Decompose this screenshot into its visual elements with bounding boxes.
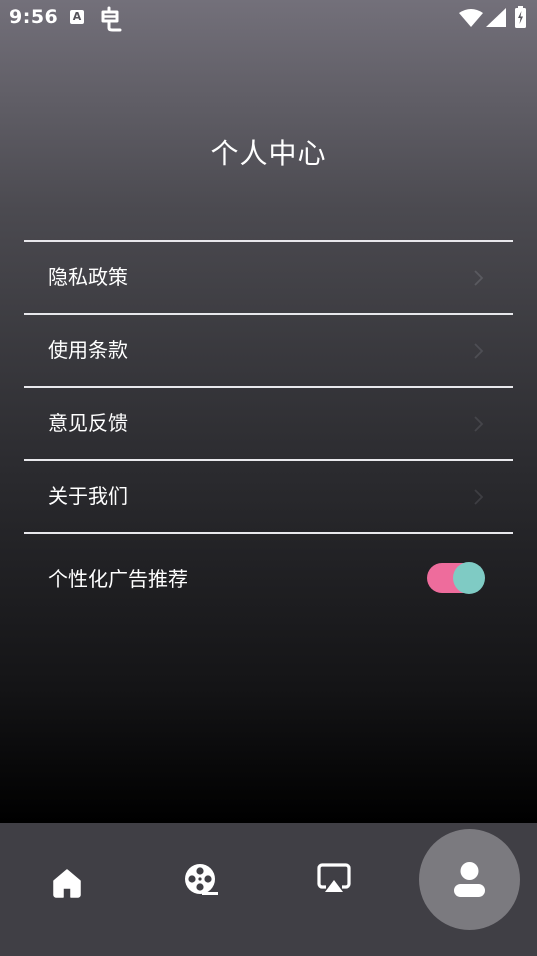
bug-icon xyxy=(101,6,122,32)
profile-screen: 9:56 A 个人中心 隐私政策 使用条款 意见反馈 关于我们 个性化广告推荐 xyxy=(0,0,537,956)
page-title: 个人中心 xyxy=(210,137,327,170)
menu-item-feedback[interactable]: 意见反馈 xyxy=(24,388,513,459)
status-time: 9:56 xyxy=(9,6,59,28)
bottom-nav xyxy=(0,823,537,956)
status-bar: 9:56 A xyxy=(0,0,537,38)
chevron-right-icon xyxy=(474,489,484,505)
profile-icon xyxy=(454,862,485,897)
chevron-right-icon xyxy=(474,416,484,432)
cast-screen-icon xyxy=(317,863,351,892)
accessibility-a-icon: A xyxy=(70,10,84,24)
chevron-right-icon xyxy=(474,343,484,359)
settings-menu: 隐私政策 使用条款 意见反馈 关于我们 个性化广告推荐 xyxy=(24,240,513,624)
signal-icon xyxy=(486,8,506,27)
personalized-ads-toggle[interactable] xyxy=(427,562,485,594)
menu-item-label: 关于我们 xyxy=(48,484,128,508)
chevron-right-icon xyxy=(474,270,484,286)
nav-profile[interactable] xyxy=(419,829,520,930)
menu-item-about-us[interactable]: 关于我们 xyxy=(24,461,513,532)
battery-icon xyxy=(515,6,526,28)
menu-item-label: 使用条款 xyxy=(48,338,128,362)
wifi-icon xyxy=(459,9,483,27)
menu-item-terms-of-use[interactable]: 使用条款 xyxy=(24,315,513,386)
nav-cast[interactable] xyxy=(304,823,364,956)
personalized-ads-label: 个性化广告推荐 xyxy=(48,567,188,591)
menu-item-label: 意见反馈 xyxy=(48,411,128,435)
menu-item-privacy-policy[interactable]: 隐私政策 xyxy=(24,242,513,313)
menu-item-label: 隐私政策 xyxy=(48,265,128,289)
nav-home[interactable] xyxy=(37,823,97,956)
toggle-thumb xyxy=(453,562,485,594)
personalized-ads-row: 个性化广告推荐 xyxy=(24,534,513,624)
home-icon xyxy=(53,869,81,898)
film-reel-icon xyxy=(185,864,218,895)
nav-movies[interactable] xyxy=(170,823,230,956)
